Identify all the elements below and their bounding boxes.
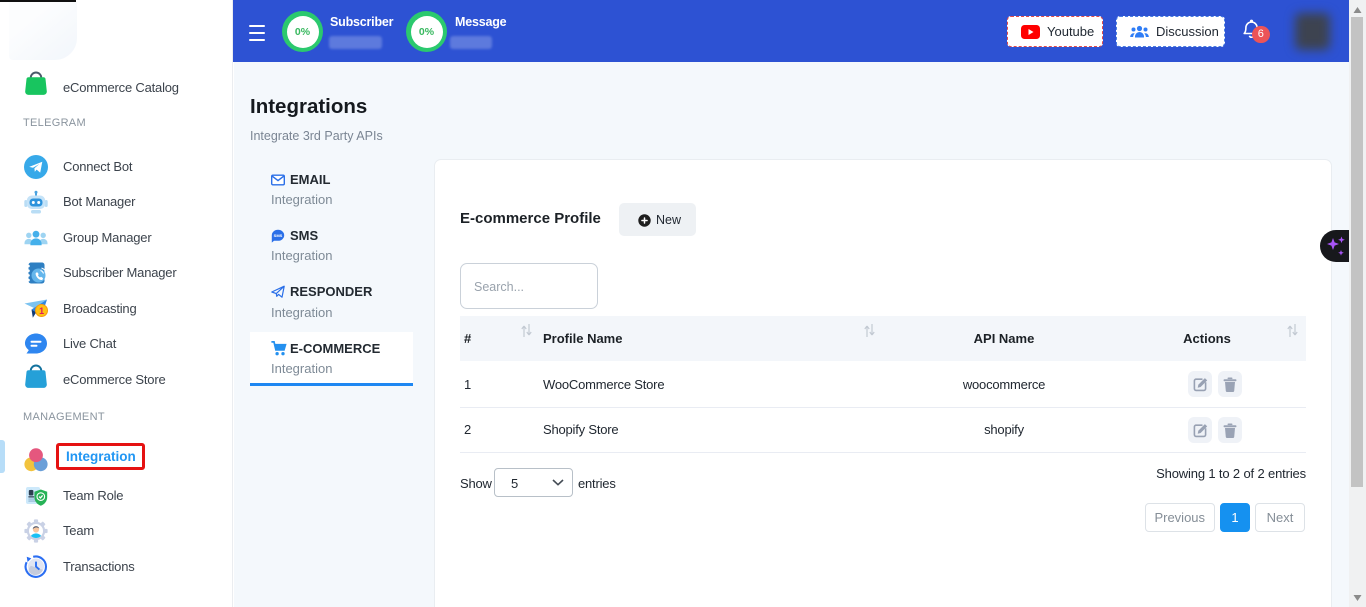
svg-text:SMS: SMS: [274, 233, 283, 238]
svg-text:1: 1: [39, 306, 44, 316]
